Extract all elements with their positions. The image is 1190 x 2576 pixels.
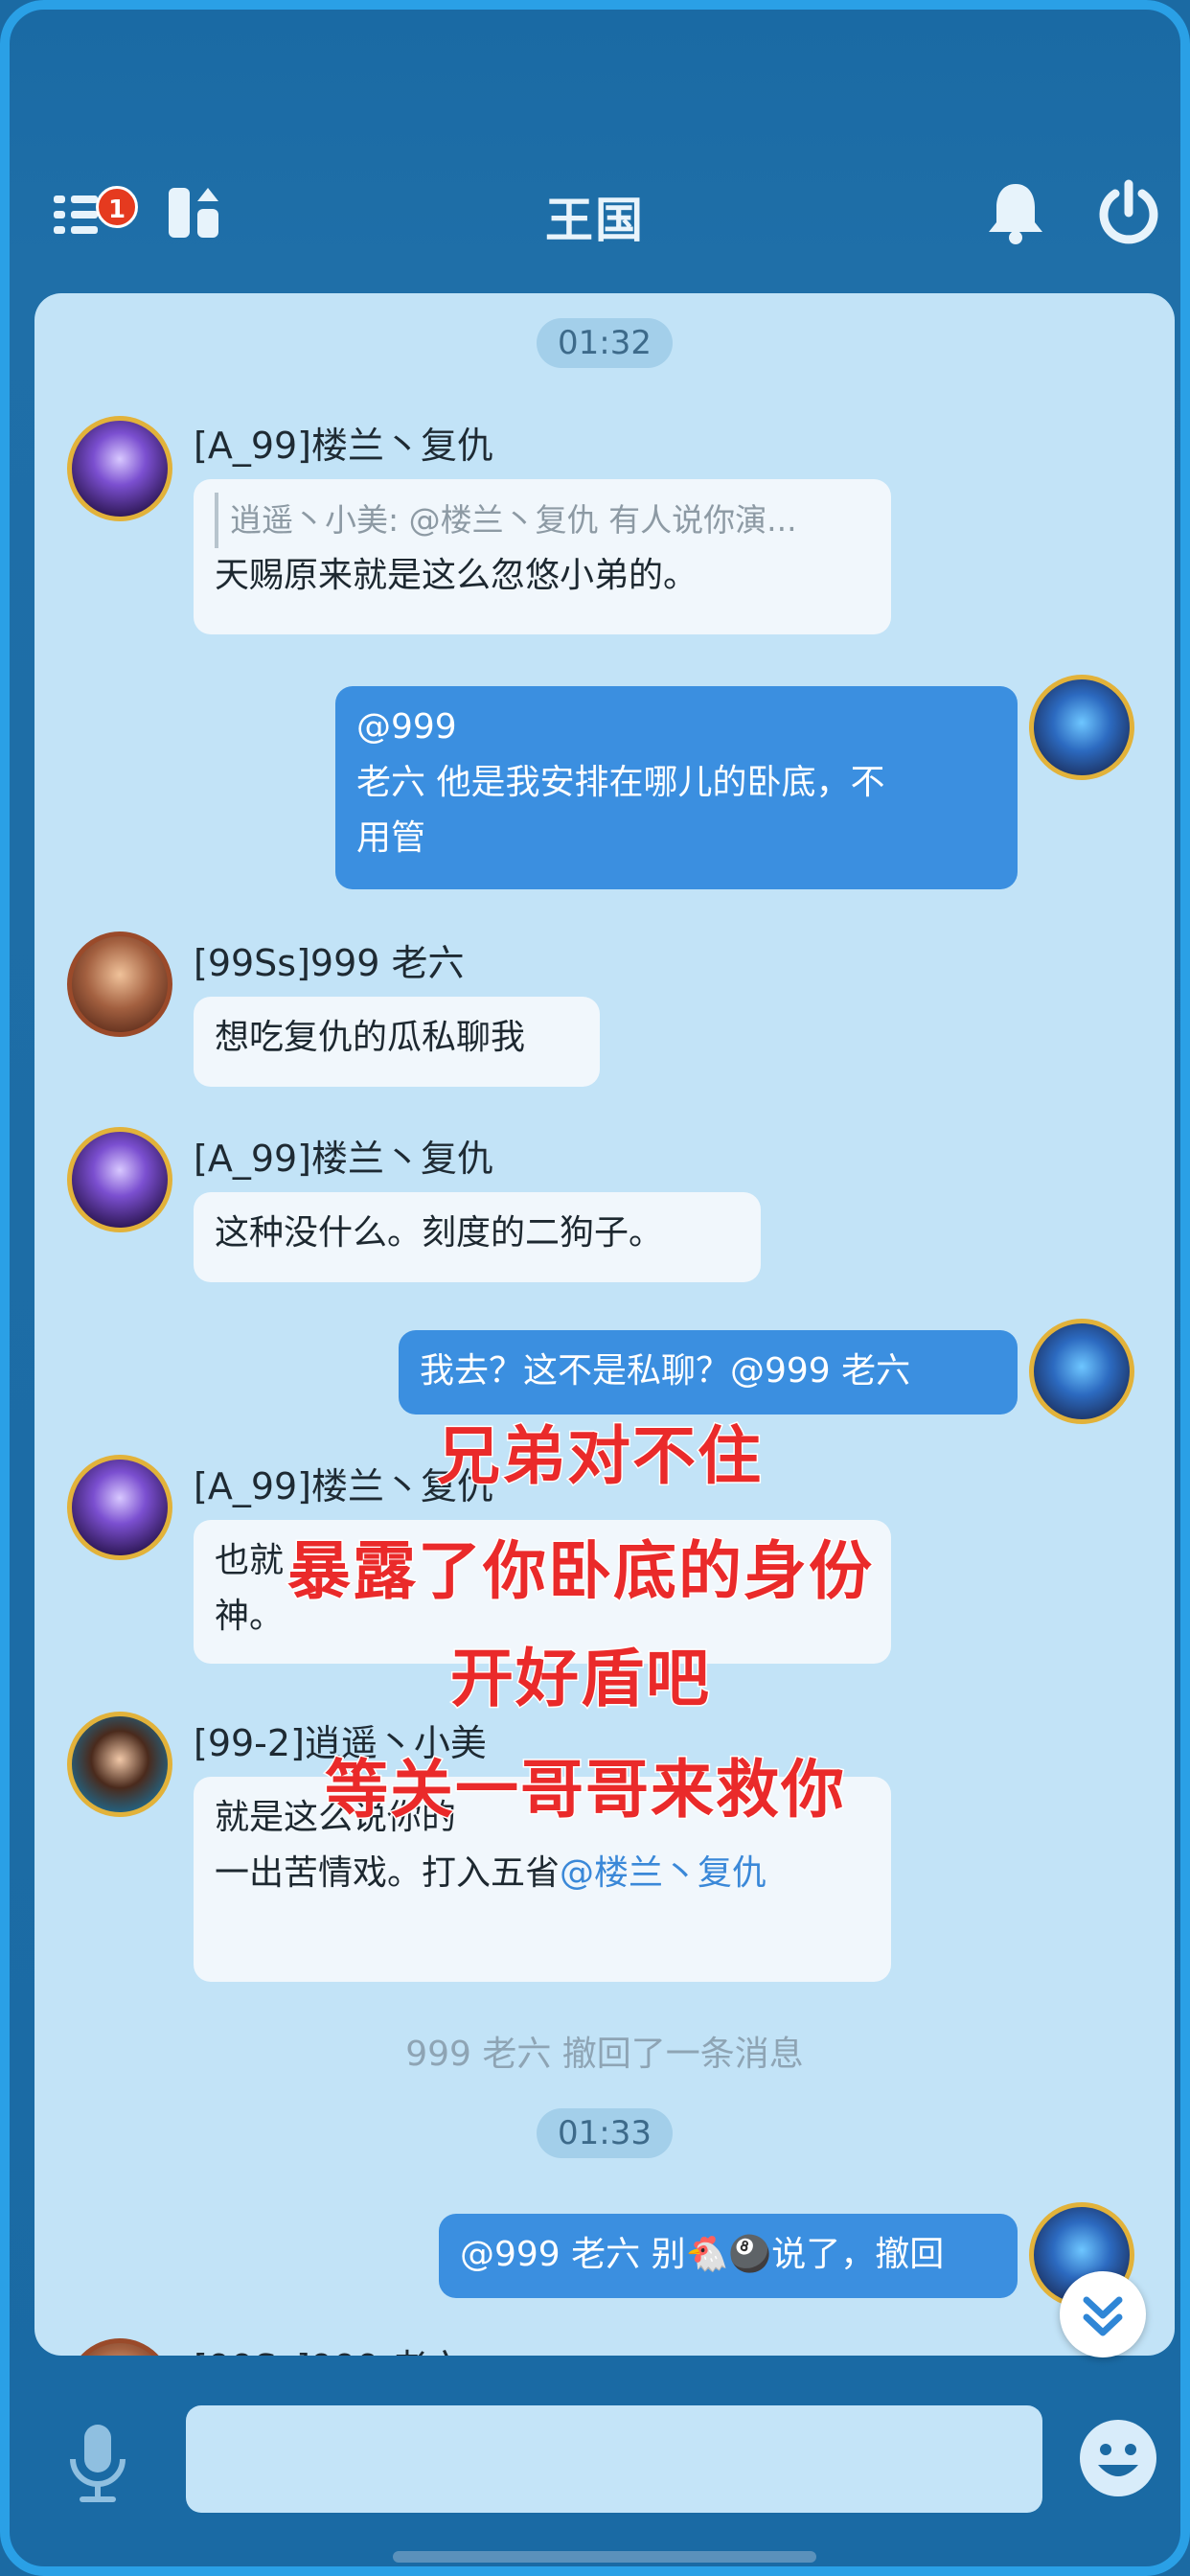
overlay-caption: 暴露了你卧底的身份 [286, 1533, 874, 1610]
overlay-caption: 等关一哥哥来救你 [324, 1752, 846, 1828]
recall-notice: 999 老六 撤回了一条消息 [405, 2035, 804, 2074]
timestamp: 01:32 [537, 318, 673, 368]
message-text: @999 [356, 707, 457, 747]
avatar[interactable] [67, 416, 172, 521]
power-icon[interactable] [1090, 174, 1167, 251]
sender-name: [A_99]楼兰丶复仇 [194, 425, 493, 467]
avatar[interactable] [67, 2338, 172, 2356]
message-text: @999 老六 别🐔🎱说了，撤回 [460, 2235, 945, 2274]
top-bar: 1 王国 [10, 153, 1180, 268]
message-bubble[interactable]: @999 老六 别🐔🎱说了，撤回 [439, 2214, 1018, 2298]
message-bubble[interactable]: 我去？这不是私聊？@999 老六 [399, 1330, 1018, 1414]
message-text: 用管 [356, 818, 426, 858]
message-text: 一出苦情戏。打入五省@楼兰丶复仇 [215, 1846, 870, 1901]
message-text: 老六 他是我安排在哪儿的卧底，不 [356, 763, 885, 802]
overlay-caption: 开好盾吧 [449, 1641, 711, 1717]
scroll-to-bottom-button[interactable] [1060, 2271, 1146, 2358]
message-bubble[interactable]: 这种没什么。刻度的二狗子。 [194, 1192, 761, 1282]
message-bubble[interactable]: 想吃复仇的瓜私聊我 [194, 997, 600, 1087]
message-text: 天赐原来就是这么忽悠小弟的。 [215, 556, 698, 595]
sender-name: [A_99]楼兰丶复仇 [194, 1138, 493, 1180]
message-text: 这种没什么。刻度的二狗子。 [215, 1213, 664, 1253]
timestamp: 01:33 [537, 2108, 673, 2158]
overlay-caption: 兄弟对不住 [436, 1418, 763, 1495]
app-frame: 1 王国 01:32 [A_99]楼兰丶复仇 逍遥丶小美: @楼兰丶复仇 有人说… [0, 0, 1190, 2576]
sender-name: [99Ss]999 老六 [194, 2338, 465, 2356]
message-input[interactable] [186, 2405, 1042, 2513]
quoted-message: 逍遥丶小美: @楼兰丶复仇 有人说你演... [215, 493, 870, 548]
emoji-icon[interactable] [1075, 2415, 1161, 2501]
double-chevron-down-icon [1083, 2296, 1123, 2336]
message-bubble[interactable]: @999 老六 他是我安排在哪儿的卧底，不 用管 [335, 686, 1018, 889]
microphone-icon[interactable] [57, 2419, 138, 2505]
bell-icon[interactable] [977, 174, 1054, 251]
avatar[interactable] [67, 1127, 172, 1232]
message-text: 我去？这不是私聊？@999 老六 [420, 1351, 911, 1391]
avatar[interactable] [67, 932, 172, 1037]
message-text: 想吃复仇的瓜私聊我 [215, 1018, 526, 1057]
sender-name: [99Ss]999 老六 [194, 942, 465, 984]
home-indicator [393, 2551, 816, 2563]
mention-link[interactable]: @楼兰丶复仇 [560, 1853, 767, 1893]
message-text-part: 一出苦情戏。打入五省 [215, 1853, 561, 1893]
message-bubble[interactable]: 逍遥丶小美: @楼兰丶复仇 有人说你演... 天赐原来就是这么忽悠小弟的。 [194, 479, 891, 634]
avatar[interactable] [1029, 675, 1134, 780]
chat-panel[interactable]: 01:32 [A_99]楼兰丶复仇 逍遥丶小美: @楼兰丶复仇 有人说你演...… [34, 293, 1175, 2356]
